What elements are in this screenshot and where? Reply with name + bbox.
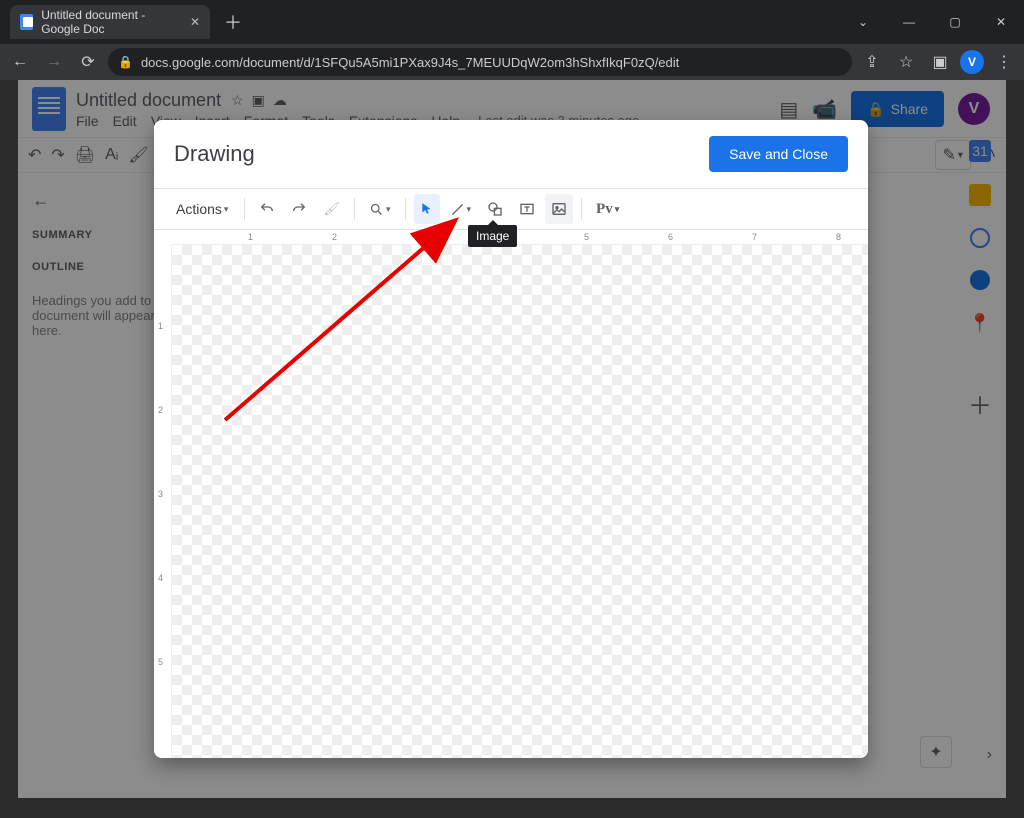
window-close-icon[interactable]: ✕ bbox=[978, 7, 1024, 37]
window-spacer-chevron-icon: ⌄ bbox=[840, 7, 886, 37]
drawing-toolbar: Actions 🖌 Pv bbox=[154, 188, 868, 230]
side-panel: 31 📍 ＋ bbox=[960, 140, 1000, 421]
forward-button: → bbox=[40, 48, 68, 76]
pencil-icon: ✎ bbox=[942, 145, 955, 165]
lock-icon: 🔒 bbox=[867, 101, 884, 118]
horizontal-ruler: 1 2 3 4 5 6 7 8 bbox=[172, 230, 868, 245]
zoom-control[interactable] bbox=[363, 194, 397, 224]
image-tool-icon[interactable] bbox=[545, 194, 573, 224]
chrome-profile-avatar[interactable]: V bbox=[960, 50, 984, 74]
google-docs-logo-icon[interactable] bbox=[32, 87, 66, 131]
bookmark-star-icon[interactable]: ☆ bbox=[892, 48, 920, 76]
reload-button[interactable]: ⟳ bbox=[74, 48, 102, 76]
font-family-select[interactable]: Pv bbox=[590, 194, 625, 224]
browser-tab[interactable]: Untitled document - Google Doc ✕ bbox=[10, 5, 210, 39]
summary-heading: SUMMARY bbox=[32, 229, 174, 241]
add-addon-icon[interactable]: ＋ bbox=[968, 386, 992, 421]
extensions-icon[interactable]: ▣ bbox=[926, 48, 954, 76]
tasks-icon[interactable] bbox=[970, 228, 990, 248]
undo-icon[interactable]: ↶ bbox=[28, 145, 41, 165]
explore-button[interactable]: ✦ bbox=[920, 736, 952, 768]
select-tool-icon[interactable] bbox=[414, 194, 440, 224]
docs-favicon bbox=[20, 14, 33, 30]
spellcheck-icon[interactable]: Aᵢ bbox=[105, 146, 118, 164]
line-tool-icon[interactable] bbox=[444, 194, 478, 224]
document-title[interactable]: Untitled document bbox=[76, 90, 221, 111]
drawing-canvas[interactable] bbox=[172, 245, 868, 758]
paint-format-icon[interactable]: 🖌 bbox=[128, 145, 148, 165]
browser-addressbar: ← → ⟳ 🔒 docs.google.com/document/d/1SFQu… bbox=[0, 44, 1024, 80]
calendar-icon[interactable]: 31 bbox=[969, 140, 991, 162]
account-avatar[interactable]: V bbox=[958, 93, 990, 125]
url-field[interactable]: 🔒 docs.google.com/document/d/1SFQu5A5mi1… bbox=[108, 48, 852, 76]
side-panel-toggle-icon[interactable]: › bbox=[987, 746, 992, 764]
move-icon[interactable]: ▣ bbox=[252, 92, 265, 109]
paint-format-icon[interactable]: 🖌 bbox=[317, 194, 346, 224]
redo-icon[interactable]: ↷ bbox=[51, 145, 64, 165]
outline-heading: OUTLINE bbox=[32, 261, 174, 273]
menu-edit[interactable]: Edit bbox=[113, 113, 137, 129]
save-and-close-button[interactable]: Save and Close bbox=[709, 136, 848, 172]
dialog-header: Drawing Save and Close bbox=[154, 120, 868, 188]
print-icon[interactable]: 🖨 bbox=[75, 145, 95, 165]
share-url-icon[interactable]: ⇪ bbox=[858, 48, 886, 76]
maps-icon[interactable]: 📍 bbox=[969, 312, 991, 334]
redo-icon[interactable] bbox=[285, 194, 313, 224]
meet-icon[interactable]: 📹 bbox=[812, 97, 837, 122]
vertical-ruler: 1 2 3 4 5 bbox=[154, 245, 172, 758]
back-button[interactable]: ← bbox=[6, 48, 34, 76]
menu-file[interactable]: File bbox=[76, 113, 99, 129]
window-controls: ⌄ — ▢ ✕ bbox=[840, 0, 1024, 44]
comments-history-icon[interactable]: ▤ bbox=[779, 97, 798, 122]
image-tooltip: Image bbox=[468, 225, 517, 247]
undo-icon[interactable] bbox=[253, 194, 281, 224]
cloud-status-icon[interactable]: ☁ bbox=[273, 92, 287, 109]
browser-menu-icon[interactable]: ⋮ bbox=[990, 52, 1018, 72]
keep-icon[interactable] bbox=[969, 184, 991, 206]
close-sidebar-icon[interactable]: ← bbox=[32, 190, 174, 211]
tab-close-icon[interactable]: ✕ bbox=[190, 15, 200, 29]
window-maximize-icon[interactable]: ▢ bbox=[932, 7, 978, 37]
outline-hint: Headings you add to the document will ap… bbox=[32, 293, 174, 338]
lock-icon: 🔒 bbox=[118, 55, 133, 69]
drawing-dialog: Drawing Save and Close Actions 🖌 Pv 1 2 … bbox=[154, 120, 868, 758]
window-minimize-icon[interactable]: — bbox=[886, 7, 932, 37]
drawing-canvas-area: 1 2 3 4 5 6 7 8 1 2 3 4 5 bbox=[154, 230, 868, 758]
text-box-tool-icon[interactable] bbox=[513, 194, 541, 224]
actions-menu[interactable]: Actions bbox=[168, 194, 236, 224]
tab-title: Untitled document - Google Doc bbox=[41, 8, 182, 36]
contacts-icon[interactable] bbox=[970, 270, 990, 290]
new-tab-button[interactable]: ＋ bbox=[224, 9, 242, 35]
dialog-title: Drawing bbox=[174, 141, 255, 167]
share-label: Share bbox=[891, 101, 928, 117]
star-icon[interactable]: ☆ bbox=[231, 92, 244, 109]
browser-titlebar: Untitled document - Google Doc ✕ ＋ ⌄ — ▢… bbox=[0, 0, 1024, 44]
url-text: docs.google.com/document/d/1SFQu5A5mi1PX… bbox=[141, 55, 679, 70]
